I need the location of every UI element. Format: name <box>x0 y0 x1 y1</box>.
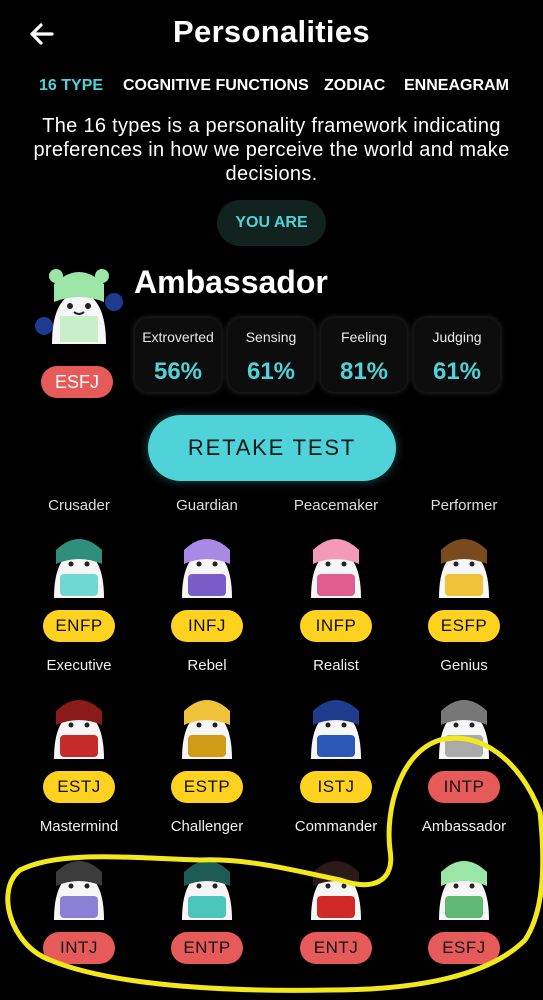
type-badge-infj[interactable]: INFJ <box>171 610 243 642</box>
performer-character-icon[interactable] <box>425 524 503 600</box>
type-label: Rebel <box>187 657 227 674</box>
tab-cognitive-functions[interactable]: COGNITIVE FUNCTIONS <box>123 77 309 95</box>
type-badge-entp[interactable]: ENTP <box>171 932 243 964</box>
elf-character-icon[interactable] <box>40 524 118 600</box>
tab-enneagram[interactable]: ENNEAGRAM <box>404 77 509 95</box>
ambassador-character-icon[interactable] <box>425 846 503 922</box>
type-label: Genius <box>440 657 488 674</box>
trait-card-sensing: Sensing 61% <box>228 318 314 392</box>
page-title: Personalities <box>173 14 370 49</box>
retake-test-button[interactable]: RETAKE TEST <box>148 415 396 481</box>
ambassador-avatar-icon <box>30 262 128 348</box>
type-label: Crusader <box>48 497 110 514</box>
trait-value: 61% <box>432 358 482 385</box>
type-badge-intp[interactable]: INTP <box>428 771 500 803</box>
trait-card-feeling: Feeling 81% <box>321 318 407 392</box>
mastermind-character-icon[interactable] <box>40 846 118 922</box>
app-header: Personalities <box>0 0 543 66</box>
tab-bar: 16 TYPE COGNITIVE FUNCTIONS ZODIAC ENNEA… <box>0 77 543 101</box>
type-label: Commander <box>294 818 378 835</box>
trait-label: Feeling <box>341 329 387 345</box>
challenger-character-icon[interactable] <box>168 846 246 922</box>
intro-text: The 16 types is a personality framework … <box>33 115 510 185</box>
type-label: Executive <box>46 657 112 674</box>
type-label: Challenger <box>170 818 244 835</box>
type-label: Performer <box>430 497 498 514</box>
type-badge-intj[interactable]: INTJ <box>43 932 115 964</box>
trait-value: 56% <box>153 358 203 385</box>
trait-value: 81% <box>339 358 389 385</box>
wizard-character-icon[interactable] <box>168 524 246 600</box>
type-label: Realist <box>313 657 359 674</box>
type-badge-esfp[interactable]: ESFP <box>428 610 500 642</box>
type-label: Peacemaker <box>293 497 379 514</box>
trait-value: 61% <box>246 358 296 385</box>
you-are-badge: YOU ARE <box>217 200 326 246</box>
scientist-character-icon[interactable] <box>425 685 503 761</box>
type-badge-istj[interactable]: ISTJ <box>300 771 372 803</box>
result-name: Ambassador <box>134 264 328 300</box>
red-hood-character-icon[interactable] <box>40 685 118 761</box>
trait-card-extroverted: Extroverted 56% <box>135 318 221 392</box>
trait-label: Extroverted <box>142 329 214 345</box>
type-label: Guardian <box>176 497 238 514</box>
officer-character-icon[interactable] <box>297 685 375 761</box>
hardhat-character-icon[interactable] <box>168 685 246 761</box>
my-type-badge: ESFJ <box>41 366 113 398</box>
type-label: Mastermind <box>39 818 119 835</box>
tab-zodiac[interactable]: ZODIAC <box>324 77 385 95</box>
trait-label: Judging <box>432 329 482 345</box>
pink-hair-character-icon[interactable] <box>297 524 375 600</box>
type-badge-infp[interactable]: INFP <box>300 610 372 642</box>
trait-label: Sensing <box>245 329 297 345</box>
type-badge-estp[interactable]: ESTP <box>171 771 243 803</box>
type-badge-enfp[interactable]: ENFP <box>43 610 115 642</box>
type-badge-estj[interactable]: ESTJ <box>43 771 115 803</box>
type-label: Ambassador <box>421 818 507 835</box>
type-badge-entj[interactable]: ENTJ <box>300 932 372 964</box>
tab-16-type[interactable]: 16 TYPE <box>39 77 103 95</box>
commander-character-icon[interactable] <box>297 846 375 922</box>
personality-grid[interactable]: Crusader Guardian Peacemaker Performer E… <box>0 494 543 1000</box>
trait-card-judging: Judging 61% <box>414 318 500 392</box>
type-badge-esfj[interactable]: ESFJ <box>428 932 500 964</box>
